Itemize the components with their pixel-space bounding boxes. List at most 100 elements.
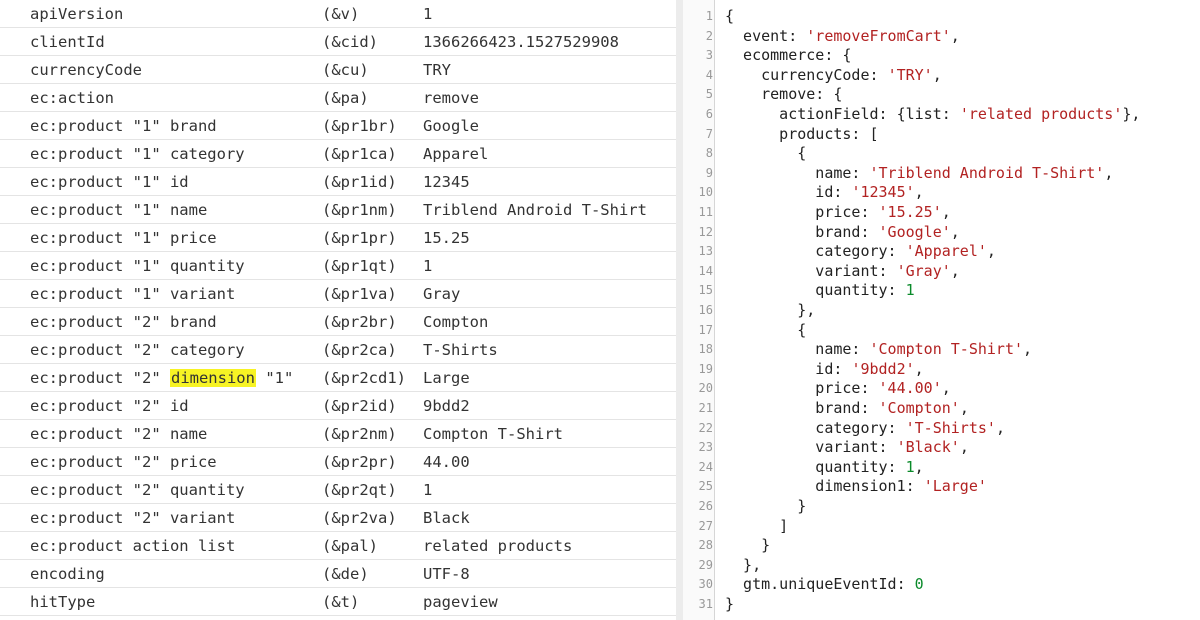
string-token: 'Compton T-Shirt' bbox=[869, 340, 1024, 359]
code-line: name: 'Compton T-Shirt', bbox=[725, 340, 1032, 360]
param-value: 1 bbox=[423, 257, 433, 275]
param-name: ec:product "2" name bbox=[30, 425, 208, 443]
param-row: ec:action (&pa) remove bbox=[0, 84, 676, 112]
code-line: ] bbox=[725, 517, 788, 537]
code-token: quantity: bbox=[725, 457, 906, 476]
line-number: 26 bbox=[698, 499, 713, 513]
param-name: encoding bbox=[30, 565, 105, 583]
code-token: gtm.uniqueEventId: bbox=[725, 575, 915, 594]
param-code: (&v) bbox=[322, 5, 360, 23]
line-number: 5 bbox=[705, 87, 713, 102]
string-token: '12345' bbox=[851, 183, 915, 202]
code-line: currencyCode: 'TRY', bbox=[725, 66, 942, 86]
code-line: quantity: 1, bbox=[725, 457, 924, 478]
line-number: 4 bbox=[705, 67, 713, 82]
param-value: Compton bbox=[423, 313, 489, 331]
code-token: , bbox=[914, 457, 924, 476]
code-token: quantity: bbox=[725, 281, 906, 300]
param-name: ec:action bbox=[30, 89, 114, 107]
line-number: 18 bbox=[698, 342, 713, 357]
line-number: 11 bbox=[698, 205, 713, 219]
param-value: TRY bbox=[423, 61, 451, 79]
code-line: { bbox=[725, 7, 734, 27]
code-line: name: 'Triblend Android T-Shirt', bbox=[725, 164, 1113, 184]
param-row: ec:product action list (&pal) related prod… bbox=[0, 532, 676, 560]
param-value: 44.00 bbox=[423, 453, 470, 471]
param-value: 15.25 bbox=[423, 229, 470, 247]
line-number: 19 bbox=[698, 361, 713, 376]
param-code: (&pr2br) bbox=[322, 313, 397, 331]
line-number: 25 bbox=[698, 479, 713, 494]
param-value: Gray bbox=[423, 285, 461, 303]
code-line: category: 'Apparel', bbox=[725, 242, 996, 262]
code-token: brand: bbox=[725, 222, 879, 241]
param-name: ec:product "2" id bbox=[30, 397, 189, 415]
line-number: 24 bbox=[698, 459, 713, 474]
code-token: , bbox=[959, 399, 969, 417]
param-value: 1 bbox=[423, 481, 433, 499]
line-number: 10 bbox=[698, 185, 713, 200]
string-token: '44.00' bbox=[878, 379, 942, 398]
code-token: { bbox=[725, 320, 807, 339]
param-name: ec:product action list bbox=[30, 537, 236, 555]
param-name: ec:product "2" brand bbox=[30, 313, 217, 331]
param-name: currencyCode bbox=[30, 61, 142, 79]
string-token: 'Google' bbox=[878, 222, 951, 241]
code-line: id: '12345', bbox=[725, 183, 923, 203]
code-line: } bbox=[725, 595, 734, 615]
param-value: 9bdd2 bbox=[423, 397, 470, 415]
param-row: ec:product "2" brand (&pr2br) Compton bbox=[0, 308, 676, 336]
param-row: ec:product "1" quantity (&pr1qt) 1 bbox=[0, 252, 676, 280]
line-number: 29 bbox=[698, 557, 713, 572]
param-name: ec:product "1" brand bbox=[30, 117, 217, 135]
code-line: ecommerce: { bbox=[725, 46, 851, 66]
code-line: { bbox=[725, 144, 806, 164]
line-number: 13 bbox=[698, 244, 713, 259]
param-code: (&pa) bbox=[322, 89, 369, 107]
code-line: } bbox=[725, 497, 806, 517]
param-code: (&pr2ca) bbox=[322, 341, 397, 359]
param-value: Compton T-Shirt bbox=[423, 425, 563, 443]
param-row: ec:product "1" name (&pr1nm) Triblend Andr… bbox=[0, 196, 676, 224]
param-code: (&pr1va) bbox=[322, 285, 397, 303]
param-name: apiVersion bbox=[30, 5, 124, 23]
param-row: ec:product "2" variant (&pr2va) Black bbox=[0, 504, 676, 532]
code-token: , bbox=[950, 261, 960, 280]
code-token: , bbox=[950, 222, 960, 241]
number-token: 0 bbox=[914, 575, 924, 594]
code-viewer: 1 2 3 4 5 6 7 8 9 10 11 12 13 14 15 16 17 18 19 20 21 22 23 24 2… bbox=[683, 0, 1200, 620]
param-value: related products bbox=[423, 537, 573, 555]
code-token: brand: bbox=[725, 399, 879, 417]
param-code: (&pr2nm) bbox=[322, 425, 397, 443]
param-code: (&cu) bbox=[322, 61, 369, 79]
string-token: 'Black' bbox=[896, 438, 960, 457]
param-row: ec:product "2" dimension "1" (&pr2cd1) Lar… bbox=[0, 364, 676, 392]
param-code: (&cid) bbox=[322, 33, 378, 51]
param-name: ec:product "2" category bbox=[30, 341, 245, 359]
param-row: ec:product "1" price (&pr1pr) 15.25 bbox=[0, 224, 676, 252]
code-line: }, bbox=[725, 301, 815, 321]
string-token: 'related products' bbox=[959, 105, 1123, 123]
code-token: variant: bbox=[725, 438, 897, 457]
code-token: category: bbox=[725, 242, 906, 261]
code-token: remove: { bbox=[725, 85, 843, 104]
code-line: brand: 'Compton', bbox=[725, 399, 969, 419]
param-code: (&de) bbox=[322, 565, 369, 583]
param-code: (&pr2cd1) bbox=[322, 369, 406, 387]
param-value: 1 bbox=[423, 5, 433, 23]
string-token: 'Triblend Android T-Shirt' bbox=[869, 163, 1105, 182]
code-token: }, bbox=[725, 555, 762, 574]
param-row: ec:product "2" quantity (&pr2qt) 1 bbox=[0, 476, 676, 504]
code-token: { bbox=[725, 7, 735, 25]
param-value: T-Shirts bbox=[423, 341, 498, 359]
code-line: actionField: {list: 'related products'}, bbox=[725, 105, 1140, 125]
param-row: ec:product "1" brand (&pr1br) Google bbox=[0, 112, 676, 140]
code-line: gtm.uniqueEventId: 0 bbox=[725, 575, 924, 595]
hit-parameter-table: apiVersion (&v) 1 clientId (&cid) 1366266423.… bbox=[0, 0, 676, 620]
line-number: 6 bbox=[705, 107, 713, 121]
code-line: brand: 'Google', bbox=[725, 223, 960, 243]
code-token: event: bbox=[725, 26, 807, 45]
line-number: 30 bbox=[698, 577, 713, 592]
param-code: (&pr1nm) bbox=[322, 201, 397, 219]
code-line: variant: 'Gray', bbox=[725, 262, 960, 282]
